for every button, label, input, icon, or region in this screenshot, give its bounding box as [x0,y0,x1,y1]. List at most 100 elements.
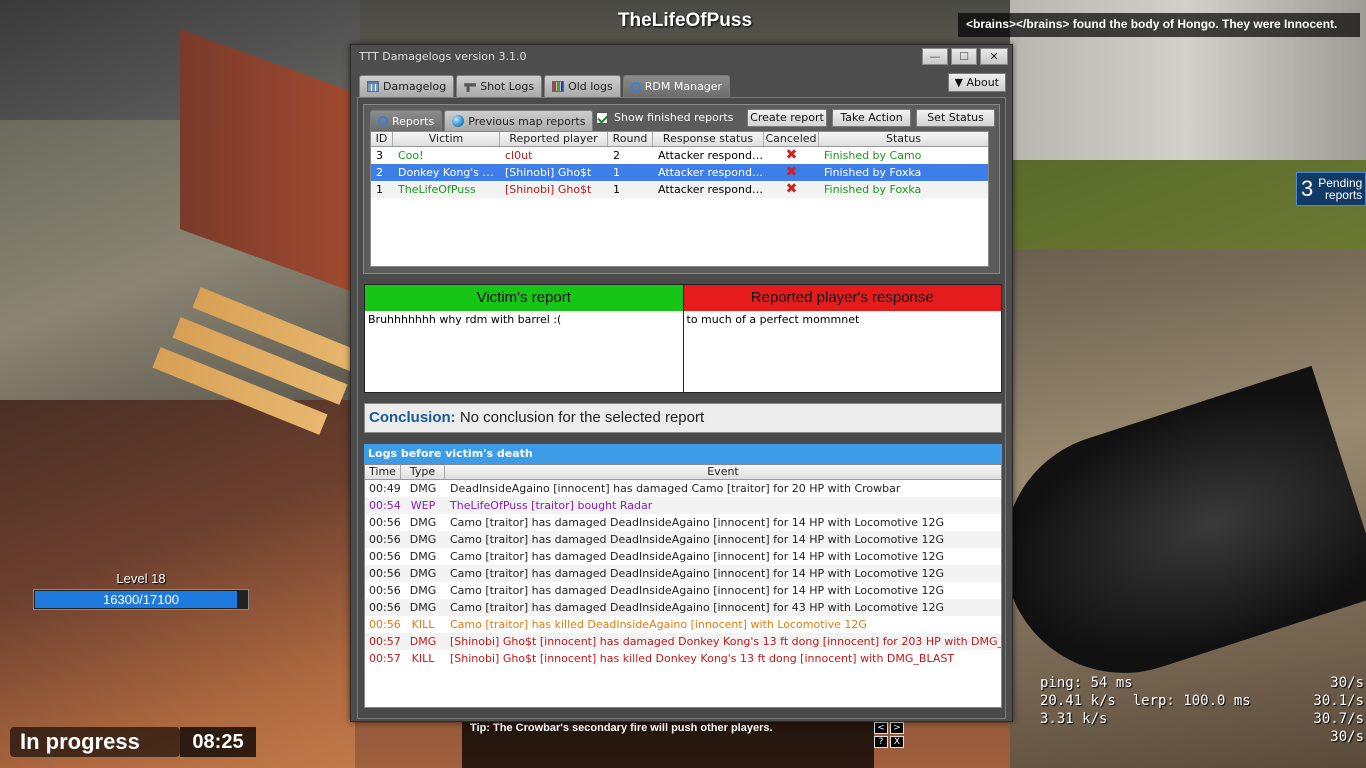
col-reported-player[interactable]: Reported player [500,132,608,146]
show-finished-toggle[interactable]: Show finished reports [596,111,733,124]
tip-close-button[interactable]: X [890,736,904,748]
log-row[interactable]: 00:57 DMG [Shinobi] Gho$t [innocent] has d… [365,633,1001,650]
col-type[interactable]: Type [401,465,445,479]
log-time: 00:56 [369,601,401,614]
ng-left: 20.41 k/s lerp: 100.0 ms [1040,693,1251,709]
pending-label: Pending reports [1318,177,1362,201]
net-graph: ping: 54 ms 30/s 20.41 k/s lerp: 100.0 ms… [1040,674,1364,746]
tab-rdm-manager[interactable]: RDM Manager [622,75,731,97]
set-status-button[interactable]: Set Status [916,109,995,127]
body-found-notice: <brains></brains> found the body of Hong… [958,13,1360,37]
victim-report-title: Victim's report [365,285,683,311]
log-type: DMG [409,550,437,563]
take-action-button[interactable]: Take Action [832,109,911,127]
chart-icon [552,81,565,92]
canceled-x-icon: ✖ [785,164,798,180]
log-event: [Shinobi] Gho$t [innocent] has damaged D… [450,635,1001,648]
subtab-previous-map-reports[interactable]: Previous map reports [444,110,594,131]
conclusion-bar: Conclusion: No conclusion for the select… [364,403,1002,433]
col-victim[interactable]: Victim [393,132,500,146]
net-graph-row: 3.31 k/s 30.7/s [1040,710,1364,728]
log-type: WEP [410,499,436,512]
log-row[interactable]: 00:56 DMG Camo [traitor] has damaged DeadI… [365,599,1001,616]
report-status: Finished by Foxka [824,166,922,179]
report-round: 1 [613,183,620,196]
col-status[interactable]: Status [819,132,988,146]
reported-response-text: to much of a perfect mommnet [686,313,860,326]
log-time: 00:57 [369,652,401,665]
log-time: 00:56 [369,550,401,563]
create-report-button[interactable]: Create report [747,109,827,127]
net-graph-row: ping: 54 ms 30/s [1040,674,1364,692]
log-event: Camo [traitor] has damaged DeadInsideAga… [450,584,945,597]
report-subtabs: Reports Previous map reports [370,110,594,131]
col-canceled[interactable]: Canceled [764,132,819,146]
log-event: [Shinobi] Gho$t [innocent] has killed Do… [450,652,955,665]
log-event: Camo [traitor] has damaged DeadInsideAga… [450,550,945,563]
log-time: 00:54 [369,499,401,512]
col-event[interactable]: Event [445,465,1001,479]
log-row[interactable]: 00:56 DMG Camo [traitor] has damaged DeadI… [365,565,1001,582]
report-round: 2 [613,149,620,162]
victim-report-panel: Victim's report Bruhhhhhhh why rdm with … [365,285,683,392]
log-row[interactable]: 00:56 KILL Camo [traitor] has killed DeadI… [365,616,1001,633]
report-row[interactable]: 3 Coo! cl0ut 2 Attacker responded ✖ Fini… [371,147,988,164]
log-type: DMG [409,567,437,580]
about-button[interactable]: ▼ About [947,73,1006,92]
report-reported-player: [Shinobi] Gho$t [505,183,592,196]
subtab-reports[interactable]: Reports [370,110,443,131]
ng-left: 3.31 k/s [1040,711,1108,727]
tab-damagelog[interactable]: Damagelog [359,75,455,97]
log-row[interactable]: 00:56 DMG Camo [traitor] has damaged DeadI… [365,514,1001,531]
minimize-button[interactable]: — [922,48,948,65]
report-row[interactable]: 1 TheLifeOfPuss [Shinobi] Gho$t 1 Attack… [371,181,988,198]
main-tabs: Damagelog Shot Logs Old logs RDM Manager [359,75,731,97]
report-victim: Coo! [398,149,424,162]
tip-help-button[interactable]: ? [874,736,888,748]
report-victim: TheLifeOfPuss [398,183,476,196]
tip-prev-button[interactable]: < [874,722,888,734]
pending-label-line2: reports [1324,188,1363,202]
report-id: 2 [376,166,383,179]
log-row[interactable]: 00:49 DMG DeadInsideAgaino [innocent] has … [365,480,1001,497]
damagelogs-window: TTT Damagelogs version 3.1.0 — ☐ ✕ Damag… [350,44,1013,722]
log-row[interactable]: 00:57 KILL [Shinobi] Gho$t [innocent] has … [365,650,1001,667]
log-time: 00:56 [369,533,401,546]
tab-shot-logs[interactable]: Shot Logs [456,75,543,97]
log-time: 00:49 [369,482,401,495]
logs-header: Time Type Event [365,465,1001,480]
col-id[interactable]: ID [371,132,393,146]
log-row[interactable]: 00:56 DMG Camo [traitor] has damaged DeadI… [365,582,1001,599]
log-row[interactable]: 00:54 WEP TheLifeOfPuss [traitor] bought R… [365,497,1001,514]
log-event: TheLifeOfPuss [traitor] bought Radar [450,499,653,512]
log-row[interactable]: 00:56 DMG Camo [traitor] has damaged DeadI… [365,548,1001,565]
log-event: Camo [traitor] has damaged DeadInsideAga… [450,516,945,529]
round-timer: 08:25 [180,727,256,757]
show-finished-checkbox[interactable] [596,111,608,124]
window-controls: — ☐ ✕ [922,48,1008,65]
reports-header: ID Victim Reported player Round Response… [371,132,988,147]
log-event: DeadInsideAgaino [innocent] has damaged … [450,482,901,495]
col-round[interactable]: Round [608,132,653,146]
rdm-manager-panel: Reports Previous map reports Show finish… [357,97,1006,719]
tab-old-logs[interactable]: Old logs [544,75,621,97]
maximize-button[interactable]: ☐ [951,48,977,65]
tip-next-button[interactable]: > [890,722,904,734]
net-graph-row: 30/s [1040,728,1364,746]
col-response-status[interactable]: Response status [653,132,764,146]
log-type: DMG [409,635,437,648]
log-time: 00:56 [369,516,401,529]
log-row[interactable]: 00:56 DMG Camo [traitor] has damaged DeadI… [365,531,1001,548]
show-finished-label: Show finished reports [614,111,734,124]
report-status: Finished by Foxka [824,183,922,196]
ng-right: 30/s [1330,729,1364,745]
canceled-x-icon: ✖ [785,181,798,197]
log-event: Camo [traitor] has damaged DeadInsideAga… [450,567,945,580]
ng-right: 30.1/s [1313,693,1364,709]
close-button[interactable]: ✕ [980,48,1008,65]
report-response-status: Attacker responded [658,166,764,179]
report-row-selected[interactable]: 2 Donkey Kong's 13 ft dong [Shinobi] Gho… [371,164,988,181]
log-type: DMG [409,601,437,614]
col-time[interactable]: Time [365,465,401,479]
log-event: Camo [traitor] has damaged DeadInsideAga… [450,533,945,546]
